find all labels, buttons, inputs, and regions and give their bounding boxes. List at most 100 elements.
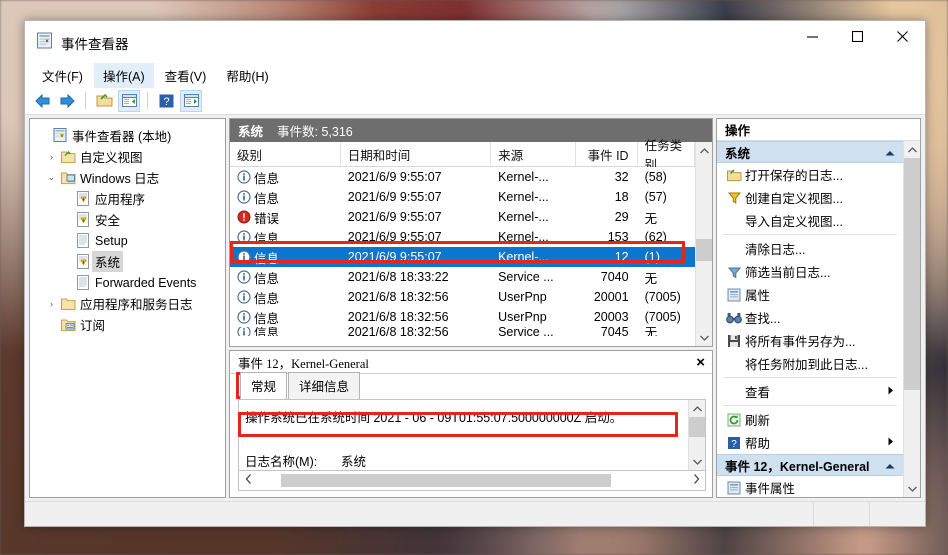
log-icon (74, 275, 92, 290)
tree-node-label: 应用程序和服务日志 (80, 298, 193, 312)
chevron-right-icon[interactable]: › (44, 299, 59, 309)
actions-group-system[interactable]: 系统 (717, 141, 903, 163)
table-row[interactable]: 信息 2021/6/9 9:55:07 Kernel-... 18 (57) (230, 187, 695, 207)
chevron-down-icon[interactable]: ⌄ (44, 172, 59, 183)
table-row[interactable]: 信息 2021/6/8 18:32:56 UserPnp 20001 (7005… (230, 287, 695, 307)
actions-vertical-scrollbar[interactable] (903, 141, 920, 497)
show-hide-tree-icon[interactable] (118, 89, 140, 112)
action-save-all-events-as[interactable]: 将所有事件另存为... (717, 329, 903, 352)
menu-help[interactable]: 帮助(H) (217, 63, 277, 88)
table-row[interactable]: 信息 2021/6/8 18:33:22 Service ... 7040 无 (230, 267, 695, 287)
tree-node-applications-and-services-logs[interactable]: › 应用程序和服务日志 (32, 293, 223, 314)
tab-details[interactable]: 详细信息 (288, 372, 361, 399)
actions-separator (723, 234, 897, 235)
level-label: 信息 (254, 311, 280, 326)
cell-event-id: 153 (607, 230, 629, 244)
column-header-source[interactable]: 来源 (491, 142, 577, 166)
forward-arrow-icon[interactable] (56, 90, 78, 112)
scrollbar-track[interactable] (696, 159, 712, 329)
scroll-up-icon[interactable] (696, 142, 712, 159)
action-help[interactable]: ? 帮助 (717, 431, 903, 454)
tree-node-windows-logs[interactable]: ⌄ Windows 日志 (32, 167, 223, 188)
table-row[interactable]: 信息 2021/6/8 18:32:56 Service ... 7045 无 (230, 327, 695, 336)
tree-node-event-viewer-local[interactable]: 事件查看器 (本地) (32, 125, 223, 146)
close-icon[interactable]: × (696, 354, 705, 371)
table-row-selected[interactable]: 信息 2021/6/9 9:55:07 Kernel-... 12 (1) (230, 247, 695, 267)
save-icon (723, 334, 745, 348)
action-find[interactable]: 查找... (717, 306, 903, 329)
collapse-icon[interactable] (885, 145, 895, 159)
tree-node-forwarded-events[interactable]: Forwarded Events (32, 272, 223, 293)
event-list-rows[interactable]: 信息 2021/6/9 9:55:07 Kernel-... 32 (58) 信… (230, 167, 695, 346)
action-label: 清除日志... (745, 243, 806, 257)
event-list-vertical-scrollbar[interactable] (695, 142, 712, 346)
table-row[interactable]: 信息 2021/6/9 9:55:07 Kernel-... 153 (62) (230, 227, 695, 247)
event-detail-vertical-scrollbar[interactable] (688, 400, 705, 470)
event-detail-horizontal-scrollbar[interactable] (238, 470, 706, 491)
action-import-custom-view[interactable]: 导入自定义视图... (717, 209, 903, 232)
close-button[interactable] (880, 21, 925, 52)
windows-logs-icon (59, 171, 77, 185)
collapse-icon[interactable] (885, 458, 895, 472)
cell-level: 信息 (230, 167, 341, 187)
scroll-up-icon[interactable] (904, 141, 920, 158)
action-open-saved-log[interactable]: 打开保存的日志... (717, 163, 903, 186)
scroll-up-icon[interactable] (689, 400, 705, 417)
cell-event-id: 12 (614, 250, 629, 264)
column-header-task-category[interactable]: 任务类别 (638, 139, 695, 172)
scrollbar-thumb[interactable] (696, 239, 712, 261)
tree-node-setup[interactable]: Setup (32, 230, 223, 251)
console-tree[interactable]: 事件查看器 (本地) › 自定义视图 ⌄ Windows 日志 应用程序 安全 … (29, 118, 226, 498)
column-header-level[interactable]: 级别 (230, 142, 341, 166)
action-refresh[interactable]: 刷新 (717, 408, 903, 431)
tree-node-custom-views[interactable]: › 自定义视图 (32, 146, 223, 167)
action-filter-current-log[interactable]: 筛选当前日志... (717, 260, 903, 283)
actions-list[interactable]: 系统 打开保存的日志... 创建自定义视图... 导入自定义视图... 清除日志… (717, 141, 903, 497)
table-row[interactable]: 信息 2021/6/8 18:32:56 UserPnp 20003 (7005… (230, 307, 695, 327)
tree-node-label: 订阅 (80, 319, 106, 333)
scrollbar-track[interactable] (257, 474, 687, 487)
toolbar: ? (25, 87, 925, 115)
toolbar-separator-2 (147, 92, 148, 109)
menu-file[interactable]: 文件(F) (33, 63, 92, 88)
scrollbar-track[interactable] (689, 417, 705, 453)
table-row[interactable]: 信息 2021/6/9 9:55:07 Kernel-... 32 (58) (230, 167, 695, 187)
action-view[interactable]: 查看 (717, 380, 903, 403)
menu-view[interactable]: 查看(V) (156, 63, 216, 88)
tree-node-system[interactable]: 系统 (32, 251, 223, 272)
open-folder-icon[interactable] (93, 90, 115, 112)
scroll-down-icon[interactable] (689, 453, 705, 470)
scrollbar-thumb[interactable] (281, 474, 611, 487)
scrollbar-track[interactable] (904, 158, 920, 480)
cell-task-category: (1) (644, 250, 660, 264)
actions-group-event[interactable]: 事件 12，Kernel-General (717, 454, 903, 476)
minimize-button[interactable] (790, 21, 835, 52)
maximize-button[interactable] (835, 21, 880, 52)
scroll-left-icon[interactable] (239, 474, 257, 487)
scroll-right-icon[interactable] (687, 474, 705, 487)
tab-general[interactable]: 常规 (240, 372, 288, 399)
tree-node-application[interactable]: 应用程序 (32, 188, 223, 209)
information-icon (237, 190, 251, 204)
window-body: 事件查看器 (本地) › 自定义视图 ⌄ Windows 日志 应用程序 安全 … (25, 115, 925, 501)
chevron-right-icon[interactable]: › (44, 152, 59, 162)
tree-node-subscriptions[interactable]: 订阅 (32, 314, 223, 335)
back-arrow-icon[interactable] (31, 90, 53, 112)
action-properties[interactable]: 属性 (717, 283, 903, 306)
column-header-event-id[interactable]: 事件 ID (576, 142, 638, 166)
tree-node-security[interactable]: 安全 (32, 209, 223, 230)
action-create-custom-view[interactable]: 创建自定义视图... (717, 186, 903, 209)
show-hide-actions-icon[interactable] (180, 89, 202, 112)
scroll-down-icon[interactable] (696, 329, 712, 346)
menu-action[interactable]: 操作(A) (93, 62, 154, 88)
column-header-datetime[interactable]: 日期和时间 (341, 142, 492, 166)
scrollbar-thumb[interactable] (904, 158, 920, 390)
action-clear-log[interactable]: 清除日志... (717, 237, 903, 260)
scrollbar-thumb[interactable] (689, 417, 705, 437)
table-row[interactable]: 错误 2021/6/9 9:55:07 Kernel-... 29 无 (230, 207, 695, 227)
help-icon[interactable]: ? (155, 90, 177, 112)
action-attach-task-to-this-log[interactable]: 将任务附加到此日志... (717, 352, 903, 375)
action-event-properties[interactable]: 事件属性 (717, 476, 903, 497)
level-label: 信息 (254, 171, 280, 186)
scroll-down-icon[interactable] (904, 480, 920, 497)
